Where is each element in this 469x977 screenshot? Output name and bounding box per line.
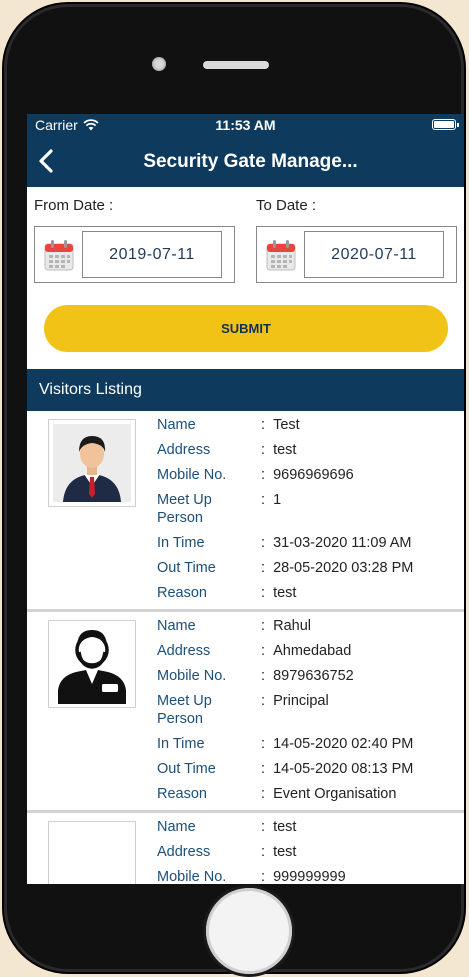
home-button[interactable] <box>206 888 292 974</box>
name-label: Name <box>157 618 196 634</box>
from-date-picker[interactable]: 2019-07-11 <box>34 226 235 283</box>
battery-icon <box>432 119 459 130</box>
visitor-details: Name Rahul Address Ahmedabad Mobile No. 897… <box>157 617 456 810</box>
visitor-mobile: 9696969696 <box>261 466 354 491</box>
visitor-details: Name test Address test Mobile No. 999999999 <box>157 818 456 884</box>
phone-frame: Carrier 11:53 AM Security Gate Manage...… <box>4 4 464 974</box>
name-label: Name <box>157 417 196 433</box>
in-time-label: In Time <box>157 535 205 551</box>
back-arrow-icon[interactable] <box>35 148 59 174</box>
visitor-out-time: 28-05-2020 03:28 PM <box>261 559 413 584</box>
reason-label: Reason <box>157 786 207 802</box>
visitor-photo <box>48 419 136 507</box>
to-date-group: To Date : 2020-07-11 <box>256 197 457 283</box>
to-date-input[interactable]: 2020-07-11 <box>304 231 444 278</box>
calendar-icon[interactable] <box>44 239 74 271</box>
name-label: Name <box>157 819 196 835</box>
front-camera <box>152 57 166 71</box>
visitor-photo <box>48 620 136 708</box>
visitor-card[interactable]: Name test Address test Mobile No. 999999999 <box>27 813 464 884</box>
meet-up-label: Meet Up Person <box>157 693 212 727</box>
app-screen: Carrier 11:53 AM Security Gate Manage...… <box>27 114 464 884</box>
visitor-out-time: 14-05-2020 08:13 PM <box>261 760 413 785</box>
visitor-mobile: 8979636752 <box>261 667 354 692</box>
visitor-card[interactable]: Name Test Address test Mobile No. 969696969… <box>27 411 464 612</box>
visitor-in-time: 31-03-2020 11:09 AM <box>261 534 411 559</box>
address-label: Address <box>157 844 211 860</box>
user-silhouette-icon <box>58 630 126 704</box>
visitor-address: test <box>261 843 296 868</box>
reason-label: Reason <box>157 585 207 601</box>
calendar-icon[interactable] <box>266 239 296 271</box>
visitor-in-time: 14-05-2020 02:40 PM <box>261 735 413 760</box>
visitor-reason: test <box>261 584 296 609</box>
page-title: Security Gate Manage... <box>143 150 358 172</box>
out-time-label: Out Time <box>157 560 216 576</box>
from-date-input[interactable]: 2019-07-11 <box>82 231 222 278</box>
date-filter: From Date : 2019-07-11 To Date: 2020-07… <box>27 187 464 283</box>
to-date-label: To Date : <box>256 197 317 214</box>
visitor-photo <box>48 821 136 884</box>
businessman-icon <box>53 424 131 502</box>
from-date-label: From Date : <box>34 197 114 214</box>
visitor-address: test <box>261 441 296 466</box>
visitor-details: Name Test Address test Mobile No. 969696969… <box>157 416 456 609</box>
meet-up-label: Meet Up Person <box>157 492 212 526</box>
visitor-meet-up: Principal <box>261 692 329 735</box>
in-time-label: In Time <box>157 736 205 752</box>
visitor-name: Test <box>261 416 300 441</box>
navigation-bar: Security Gate Manage... <box>27 136 464 187</box>
mobile-label: Mobile No. <box>157 467 227 483</box>
status-bar: Carrier 11:53 AM <box>27 114 464 136</box>
visitor-meet-up: 1 <box>261 491 281 534</box>
status-time: 11:53 AM <box>215 117 276 133</box>
visitor-mobile: 999999999 <box>261 868 346 884</box>
visitor-address: Ahmedabad <box>261 642 351 667</box>
address-label: Address <box>157 643 211 659</box>
earpiece-speaker <box>203 61 269 69</box>
out-time-label: Out Time <box>157 761 216 777</box>
visitors-listing-header: Visitors Listing <box>27 369 464 411</box>
from-date-group: From Date : 2019-07-11 <box>34 197 235 283</box>
visitor-name: Rahul <box>261 617 311 642</box>
to-date-picker[interactable]: 2020-07-11 <box>256 226 457 283</box>
mobile-label: Mobile No. <box>157 869 227 884</box>
address-label: Address <box>157 442 211 458</box>
visitor-reason: Event Organisation <box>261 785 396 810</box>
mobile-label: Mobile No. <box>157 668 227 684</box>
visitor-card[interactable]: Name Rahul Address Ahmedabad Mobile No. 897… <box>27 612 464 813</box>
submit-button[interactable]: SUBMIT <box>44 305 448 352</box>
visitor-name: test <box>261 818 296 843</box>
